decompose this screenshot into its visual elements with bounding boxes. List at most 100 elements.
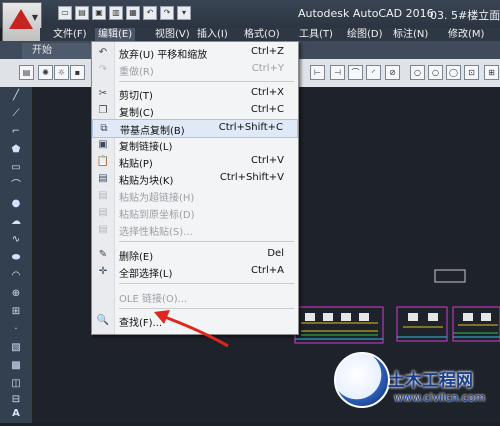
menu-modify[interactable]: 修改(M) — [445, 28, 487, 41]
region-tool-icon[interactable]: ◫ — [9, 377, 23, 391]
arc-tool-icon[interactable]: ⌒ — [9, 179, 23, 193]
menu-item-paste-as-block[interactable]: ▤ 粘贴为块(K) Ctrl+Shift+V — [92, 170, 298, 187]
menu-bar: 文件(F) 编辑(E) 视图(V) 插入(I) 格式(O) 工具(T) 绘图(D… — [40, 28, 500, 41]
menu-item-label: 粘贴为超链接(H) — [119, 193, 195, 204]
menu-format[interactable]: 格式(O) — [241, 28, 283, 41]
insert-block-icon[interactable]: ⊕ — [9, 287, 23, 301]
quick-dim-icon[interactable]: ⊡ — [464, 65, 479, 80]
menu-item-label: 全部选择(L) — [119, 269, 173, 280]
eraser-icon: ✎ — [98, 249, 108, 260]
ellipse-tool-icon[interactable]: ⬬ — [9, 251, 23, 265]
table-tool-icon[interactable]: ⊟ — [9, 393, 23, 407]
point-tool-icon[interactable]: · — [9, 323, 23, 337]
dimension-baseline-icon[interactable]: ⊞ — [484, 65, 499, 80]
customize-dropdown-icon[interactable]: ▾ — [177, 6, 191, 20]
menu-item-shortcut: Ctrl+V — [250, 155, 284, 166]
menu-item-cut[interactable]: ✂ 剪切(T) Ctrl+X — [92, 85, 298, 102]
copy-icon: ❐ — [98, 105, 108, 116]
dimension-aligned-icon[interactable]: ⊣ — [330, 65, 345, 80]
menu-item-shortcut: Ctrl+Z — [250, 46, 284, 57]
paste-hyperlink-icon: ▤ — [98, 190, 108, 201]
watermark-url: www.civilcn.com — [394, 391, 486, 404]
menu-item-erase[interactable]: ✎ 删除(E) Del — [92, 246, 298, 263]
lightbulb-icon[interactable]: ✺ — [38, 65, 53, 80]
hatch-tool-icon[interactable]: ▧ — [9, 341, 23, 355]
menu-item-undo[interactable]: ↶ 放弃(U) 平移和缩放 Ctrl+Z — [92, 44, 298, 61]
circle-dim-2-icon[interactable]: ○ — [428, 65, 443, 80]
menu-item-paste[interactable]: 📋 粘贴(P) Ctrl+V — [92, 153, 298, 170]
menu-item-copy[interactable]: ❐ 复制(C) Ctrl+C — [92, 102, 298, 119]
menu-file[interactable]: 文件(F) — [50, 28, 90, 41]
ellipse-arc-tool-icon[interactable]: ◠ — [9, 269, 23, 283]
find-icon: 🔍 — [96, 315, 110, 326]
paste-block-icon: ▤ — [98, 173, 108, 184]
undo-icon[interactable]: ↶ — [143, 6, 157, 20]
menu-item-paste-special[interactable]: ▤ 选择性粘贴(S)... — [92, 221, 298, 238]
copy-base-icon: ⧉ — [100, 123, 108, 134]
menu-item-label: 删除(E) — [119, 252, 154, 263]
circle-dim-3-icon[interactable]: ◯ — [446, 65, 461, 80]
watermark-name: 土木工程网 — [388, 371, 473, 391]
file-title: 03. 5#楼立面图. — [430, 9, 500, 22]
polyline-tool-icon[interactable]: ⌐ — [9, 125, 23, 139]
menu-draw[interactable]: 绘图(D) — [344, 28, 386, 41]
menu-insert[interactable]: 插入(I) — [194, 28, 231, 41]
menu-item-label: 放弃(U) 平移和缩放 — [119, 50, 208, 61]
menu-item-paste-hyperlink[interactable]: ▤ 粘贴为超链接(H) — [92, 187, 298, 204]
construction-line-icon[interactable]: ⟋ — [9, 107, 23, 121]
menu-tools[interactable]: 工具(T) — [296, 28, 336, 41]
menu-item-copy-link[interactable]: ▣ 复制链接(L) — [92, 136, 298, 153]
save-as-icon[interactable]: ▥ — [109, 6, 123, 20]
menu-item-label: 粘贴到原坐标(D) — [119, 210, 195, 221]
menu-dimension[interactable]: 标注(N) — [390, 28, 431, 41]
dimension-diameter-icon[interactable]: ⊘ — [385, 65, 400, 80]
make-block-icon[interactable]: ⊞ — [9, 305, 23, 319]
rectangle-tool-icon[interactable]: ▭ — [9, 161, 23, 175]
menu-separator — [119, 241, 294, 242]
watermark-logo — [334, 352, 390, 408]
menu-separator — [119, 283, 294, 284]
menu-item-label: 带基点复制(B) — [120, 126, 185, 137]
line-tool-icon[interactable]: ╱ — [9, 89, 23, 103]
menu-item-label: 复制链接(L) — [119, 142, 173, 153]
multiline-text-icon[interactable]: A — [9, 407, 23, 421]
menu-item-paste-orig-coords[interactable]: ▤ 粘贴到原坐标(D) — [92, 204, 298, 221]
menu-item-shortcut: Ctrl+X — [250, 87, 284, 98]
menu-item-shortcut: Ctrl+Shift+C — [218, 122, 283, 133]
layer-properties-icon[interactable]: ▤ — [19, 65, 34, 80]
dimension-arc-icon[interactable]: ⌒ — [348, 65, 363, 80]
print-icon[interactable]: ▦ — [126, 6, 140, 20]
circle-tool-icon[interactable]: ● — [9, 197, 23, 211]
chevron-down-icon: ▼ — [31, 13, 38, 22]
copy-link-icon: ▣ — [98, 139, 108, 150]
polygon-tool-icon[interactable]: ⬟ — [9, 143, 23, 157]
menu-item-redo[interactable]: ↷ 重做(R) Ctrl+Y — [92, 61, 298, 78]
draw-tool-palette: ╱ ⟋ ⌐ ⬟ ▭ ⌒ ● ☁ ∿ ⬬ ◠ ⊕ ⊞ · ▧ ▩ ◫ ⊟ A — [0, 87, 33, 423]
application-menu-button[interactable]: ▼ — [2, 2, 42, 44]
revcloud-tool-icon[interactable]: ☁ — [9, 215, 23, 229]
redo-icon: ↷ — [98, 64, 108, 75]
open-folder-icon[interactable]: ▤ — [75, 6, 89, 20]
menu-edit[interactable]: 编辑(E) — [95, 28, 136, 41]
redo-icon[interactable]: ↷ — [160, 6, 174, 20]
edit-dropdown-menu: ↶ 放弃(U) 平移和缩放 Ctrl+Z ↷ 重做(R) Ctrl+Y ✂ 剪切… — [91, 41, 299, 335]
menu-item-shortcut: Ctrl+A — [250, 265, 284, 276]
dimension-linear-icon[interactable]: ⊢ — [310, 65, 325, 80]
menu-item-label: 重做(R) — [119, 67, 154, 78]
dimension-radius-icon[interactable]: ◜ — [366, 65, 381, 80]
menu-item-shortcut: Del — [267, 248, 284, 259]
spline-tool-icon[interactable]: ∿ — [9, 233, 23, 247]
lock-icon[interactable]: ▪ — [70, 65, 85, 80]
tab-start[interactable]: 开始 — [22, 43, 98, 59]
sun-icon[interactable]: ☼ — [54, 65, 69, 80]
annotation-arrow — [154, 310, 229, 348]
circle-dim-icon[interactable]: ○ — [410, 65, 425, 80]
undo-icon: ↶ — [98, 47, 108, 58]
menu-item-select-all[interactable]: ✛ 全部选择(L) Ctrl+A — [92, 263, 298, 280]
menu-view[interactable]: 视图(V) — [152, 28, 193, 41]
new-file-icon[interactable]: ▭ — [58, 6, 72, 20]
menu-separator — [119, 81, 294, 82]
save-icon[interactable]: ▣ — [92, 6, 106, 20]
menu-item-label: 复制(C) — [119, 108, 154, 119]
gradient-tool-icon[interactable]: ▩ — [9, 359, 23, 373]
